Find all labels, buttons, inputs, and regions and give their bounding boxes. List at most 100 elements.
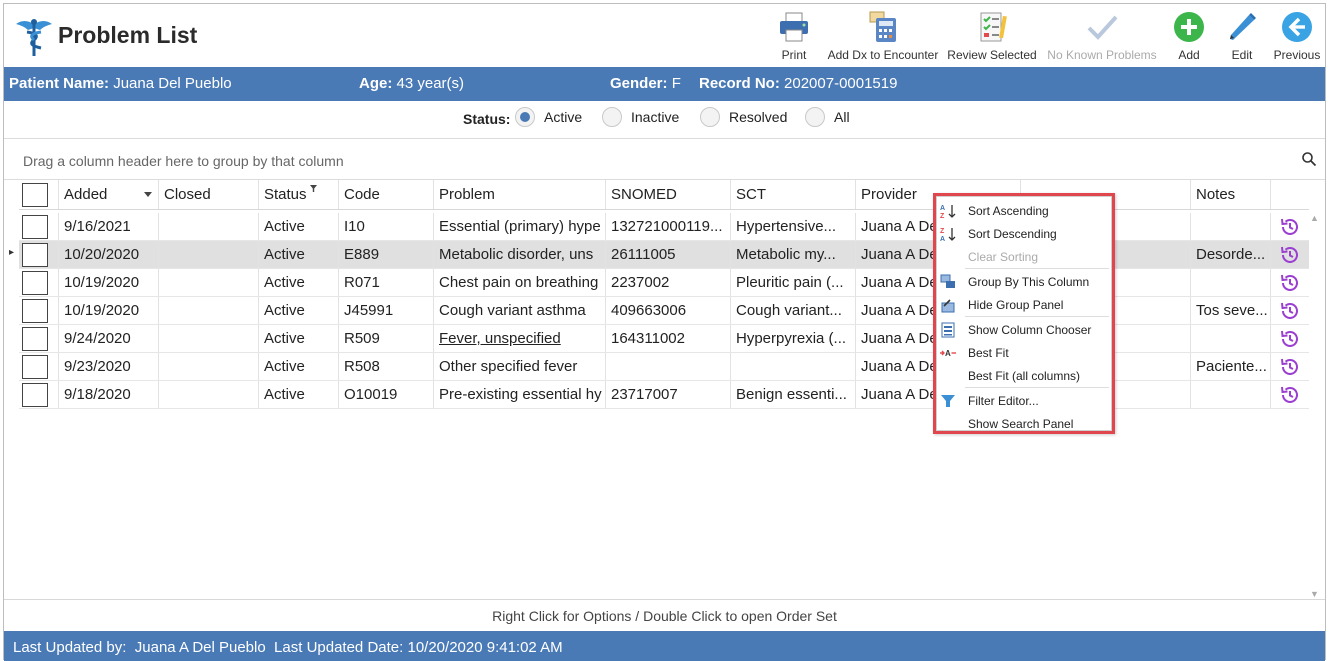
history-icon[interactable] xyxy=(1279,216,1301,238)
menu-best-fit[interactable]: A Best Fit xyxy=(937,341,1111,364)
cell-code[interactable]: R508 xyxy=(339,353,434,380)
cell-notes[interactable]: Desorde... xyxy=(1191,241,1271,268)
vertical-scrollbar[interactable]: ▲ ▼ xyxy=(1308,213,1322,599)
cell-status[interactable]: Active xyxy=(259,325,339,352)
cell-snomed[interactable]: 23717007 xyxy=(606,381,731,408)
cell-notes[interactable]: Paciente... xyxy=(1191,353,1271,380)
cell-closed[interactable] xyxy=(159,325,259,352)
menu-sort-ascending[interactable]: A Z Sort Ascending xyxy=(937,199,1111,222)
row-checkbox[interactable] xyxy=(22,354,48,379)
cell-added[interactable]: 9/24/2020 xyxy=(59,325,159,352)
cell-snomed[interactable]: 132721000119... xyxy=(606,213,731,240)
cell-status[interactable]: Active xyxy=(259,213,339,240)
menu-show-search-panel[interactable]: Show Search Panel xyxy=(937,412,1111,435)
row-checkbox[interactable] xyxy=(22,270,48,295)
cell-notes[interactable] xyxy=(1191,381,1271,408)
status-radio-resolved[interactable]: Resolved xyxy=(700,107,787,127)
cell-code[interactable]: E889 xyxy=(339,241,434,268)
cell-status[interactable]: Active xyxy=(259,241,339,268)
edit-button[interactable]: Edit xyxy=(1215,8,1269,66)
cell-snomed[interactable]: 26111005 xyxy=(606,241,731,268)
table-row[interactable]: 9/23/2020 Active R508 Other specified fever… xyxy=(19,353,1309,381)
column-header-added[interactable]: Added xyxy=(59,180,159,209)
select-all-checkbox[interactable] xyxy=(22,182,48,207)
table-row[interactable]: 9/24/2020 Active R509 Fever, unspecified 164… xyxy=(19,325,1309,353)
column-header-status[interactable]: Status xyxy=(259,180,339,209)
cell-snomed[interactable] xyxy=(606,353,731,380)
menu-group-by-this-column[interactable]: Group By This Column xyxy=(937,270,1111,293)
table-row[interactable]: 10/19/2020 Active J45991 Cough variant asth… xyxy=(19,297,1309,325)
cell-added[interactable]: 10/19/2020 xyxy=(59,297,159,324)
row-checkbox[interactable] xyxy=(22,214,48,239)
status-radio-active[interactable]: Active xyxy=(515,107,582,127)
table-row[interactable]: 10/19/2020 Active R071 Chest pain on breath… xyxy=(19,269,1309,297)
row-checkbox[interactable] xyxy=(22,298,48,323)
menu-sort-descending[interactable]: Z A Sort Descending xyxy=(937,222,1111,245)
cell-problem[interactable]: Metabolic disorder, uns xyxy=(434,241,606,268)
cell-added[interactable]: 10/20/2020 xyxy=(59,241,159,268)
cell-closed[interactable] xyxy=(159,213,259,240)
cell-added[interactable]: 10/19/2020 xyxy=(59,269,159,296)
cell-closed[interactable] xyxy=(159,269,259,296)
cell-sct[interactable]: Pleuritic pain (... xyxy=(731,269,856,296)
row-checkbox[interactable] xyxy=(22,242,48,267)
review-selected-button[interactable]: Review Selected xyxy=(943,8,1041,66)
column-header-closed[interactable]: Closed xyxy=(159,180,259,209)
cell-problem[interactable]: Chest pain on breathing xyxy=(434,269,606,296)
cell-notes[interactable]: Tos seve... xyxy=(1191,297,1271,324)
cell-notes[interactable] xyxy=(1191,269,1271,296)
table-row[interactable]: 9/18/2020 Active O10019 Pre-existing essent… xyxy=(19,381,1309,409)
column-header-sct[interactable]: SCT xyxy=(731,180,856,209)
column-header-problem[interactable]: Problem xyxy=(434,180,606,209)
cell-added[interactable]: 9/16/2021 xyxy=(59,213,159,240)
cell-code[interactable]: O10019 xyxy=(339,381,434,408)
menu-best-fit-all-columns[interactable]: Best Fit (all columns) xyxy=(937,364,1111,387)
search-icon[interactable] xyxy=(1301,151,1317,167)
cell-problem[interactable]: Fever, unspecified xyxy=(434,325,606,352)
row-checkbox[interactable] xyxy=(22,326,48,351)
previous-button[interactable]: Previous xyxy=(1269,8,1325,66)
cell-closed[interactable] xyxy=(159,241,259,268)
no-known-problems-button[interactable]: No Known Problems xyxy=(1041,8,1163,66)
column-header-notes[interactable]: Notes xyxy=(1191,180,1271,209)
cell-code[interactable]: I10 xyxy=(339,213,434,240)
cell-problem[interactable]: Other specified fever xyxy=(434,353,606,380)
cell-added[interactable]: 9/23/2020 xyxy=(59,353,159,380)
cell-status[interactable]: Active xyxy=(259,353,339,380)
cell-snomed[interactable]: 409663006 xyxy=(606,297,731,324)
cell-notes[interactable] xyxy=(1191,213,1271,240)
cell-status[interactable]: Active xyxy=(259,297,339,324)
cell-problem[interactable]: Essential (primary) hype xyxy=(434,213,606,240)
history-icon[interactable] xyxy=(1279,384,1301,406)
cell-snomed[interactable]: 2237002 xyxy=(606,269,731,296)
cell-sct[interactable] xyxy=(731,353,856,380)
cell-sct[interactable]: Metabolic my... xyxy=(731,241,856,268)
cell-problem[interactable]: Cough variant asthma xyxy=(434,297,606,324)
cell-status[interactable]: Active xyxy=(259,381,339,408)
table-row[interactable]: 9/16/2021 Active I10 Essential (primary) hy… xyxy=(19,213,1309,241)
group-panel[interactable]: Drag a column header here to group by th… xyxy=(4,138,1325,180)
cell-sct[interactable]: Benign essenti... xyxy=(731,381,856,408)
cell-code[interactable]: R509 xyxy=(339,325,434,352)
row-checkbox[interactable] xyxy=(22,382,48,407)
scroll-down-arrow-icon[interactable]: ▼ xyxy=(1310,589,1319,599)
cell-closed[interactable] xyxy=(159,381,259,408)
status-radio-all[interactable]: All xyxy=(805,107,850,127)
cell-snomed[interactable]: 164311002 xyxy=(606,325,731,352)
history-icon[interactable] xyxy=(1279,356,1301,378)
history-icon[interactable] xyxy=(1279,244,1301,266)
cell-closed[interactable] xyxy=(159,353,259,380)
add-dx-to-encounter-button[interactable]: Add Dx to Encounter xyxy=(823,8,943,66)
menu-filter-editor[interactable]: Filter Editor... xyxy=(937,389,1111,412)
history-icon[interactable] xyxy=(1279,300,1301,322)
cell-code[interactable]: R071 xyxy=(339,269,434,296)
history-icon[interactable] xyxy=(1279,328,1301,350)
cell-sct[interactable]: Hyperpyrexia (... xyxy=(731,325,856,352)
cell-status[interactable]: Active xyxy=(259,269,339,296)
column-header-snomed[interactable]: SNOMED xyxy=(606,180,731,209)
print-button[interactable]: Print xyxy=(765,8,823,66)
menu-hide-group-panel[interactable]: Hide Group Panel xyxy=(937,293,1111,316)
column-header-code[interactable]: Code xyxy=(339,180,434,209)
cell-problem[interactable]: Pre-existing essential hy xyxy=(434,381,606,408)
scroll-up-arrow-icon[interactable]: ▲ xyxy=(1310,213,1319,223)
